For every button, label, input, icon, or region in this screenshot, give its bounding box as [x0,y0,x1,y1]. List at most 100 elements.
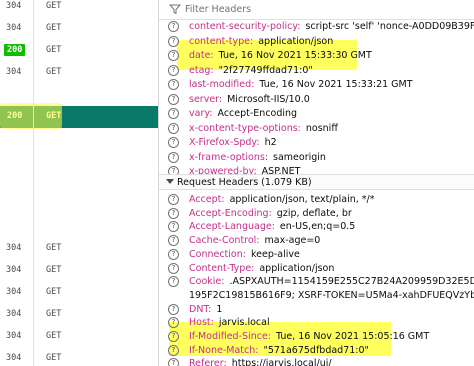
header-name: x-frame-options: [189,151,269,163]
header-value: sameorigin [273,151,326,163]
help-icon[interactable]: ? [168,93,179,105]
chevron-down-icon [166,179,174,184]
request-method: GET [46,265,62,275]
help-icon[interactable]: ? [168,276,179,288]
request-row[interactable]: 304 GET [0,304,158,326]
header-row[interactable]: ? Referer: https://jarvis.local/ui/ [159,356,474,366]
header-name: Content-Type: [189,262,255,274]
column-divider [33,18,34,40]
request-method: GET [46,67,62,77]
header-value: gzip, deflate, br [276,207,352,219]
status-code: 304 [6,309,22,319]
request-method: GET [46,353,62,363]
column-divider [33,0,34,18]
help-icon[interactable]: ? [168,137,179,148]
column-divider [33,150,34,172]
header-value: .ASPXAUTH=1154159E255C27B24A209959D32E5D… [229,276,474,288]
request-row[interactable]: 200 GET [0,40,158,62]
request-row[interactable] [0,128,158,150]
request-row[interactable]: 304 GET [0,260,158,282]
help-icon[interactable]: ? [168,331,179,342]
status-code: 304 [6,23,22,33]
request-row[interactable]: 304 GET [0,18,158,40]
help-icon[interactable]: ? [168,248,179,260]
filter-bar[interactable]: Filter Headers [159,0,474,20]
request-row[interactable]: 304 GET [0,238,158,260]
header-name: vary: [189,108,213,119]
header-value: Tue, 16 Nov 2021 15:33:21 GMT [259,79,413,90]
column-divider [33,62,34,84]
request-row[interactable] [0,150,158,172]
request-row[interactable]: 304 GET [0,282,158,304]
help-icon[interactable]: ? [168,79,179,90]
header-name: Connection: [189,248,246,260]
column-divider [33,216,34,238]
status-code: 304 [6,67,22,77]
help-icon[interactable]: ? [168,64,179,76]
header-value: Tue, 16 Nov 2021 15:05:16 GMT [275,331,430,342]
header-name: If-Modified-Since: [189,331,271,342]
help-icon[interactable]: ? [168,151,179,163]
header-value: application/json [259,262,335,274]
request-row[interactable] [0,172,158,194]
header-name: If-None-Match: [189,344,259,356]
header-name: Accept: [189,194,225,205]
filter-input[interactable]: Filter Headers [185,4,251,15]
help-icon[interactable]: ? [168,50,179,61]
help-icon[interactable]: ? [168,35,179,47]
request-headers-section[interactable]: Request Headers (1.079 KB) [159,174,474,190]
header-name: server: [189,93,223,105]
header-value: application/json [258,35,334,47]
help-icon[interactable]: ? [168,21,179,32]
help-icon[interactable]: ? [168,303,179,315]
column-divider [33,260,34,282]
header-value: script-src 'self' 'nonce-A0DD09B39FA0D3D… [305,21,474,32]
help-icon[interactable]: ? [168,358,179,366]
request-row[interactable] [0,216,158,238]
request-row[interactable]: 304 GET [0,348,158,366]
header-name: last-modified: [189,79,255,90]
column-divider [33,282,34,304]
status-code: 304 [6,331,22,341]
header-value: application/json, text/plain, */* [229,194,375,205]
request-method: GET [46,45,62,55]
header-value: Microsoft-IIS/10.0 [227,93,310,105]
column-divider [33,194,34,216]
help-icon[interactable]: ? [168,108,179,119]
filter-icon [169,4,181,15]
help-icon[interactable]: ? [168,221,179,233]
status-code: 304 [6,287,22,297]
header-name: content-security-policy: [189,21,301,32]
request-method: GET [46,287,62,297]
help-icon[interactable]: ? [168,344,179,356]
header-value: nosniff [305,122,338,134]
header-name: DNT: [189,303,212,315]
selected-row-highlight [0,103,62,129]
column-divider [33,326,34,348]
request-row[interactable]: 304 GET [0,62,158,84]
request-row[interactable]: 304 GET [0,326,158,348]
column-divider [33,238,34,260]
header-value: Tue, 16 Nov 2021 15:33:30 GMT [218,50,372,61]
request-method: GET [46,1,62,11]
section-title: Request Headers (1.079 KB) [177,177,312,188]
help-icon[interactable]: ? [168,262,179,274]
help-icon[interactable]: ? [168,194,179,205]
request-row[interactable]: 304 GET [0,0,158,18]
request-row[interactable] [0,194,158,216]
header-value: "2f27749ffdad71:0" [218,64,313,76]
status-code: 304 [6,265,22,275]
header-value: 1 [216,303,223,315]
header-name: Accept-Encoding: [189,207,272,219]
status-code: 304 [6,353,22,363]
column-divider [33,128,34,150]
help-icon[interactable]: ? [168,207,179,219]
help-icon[interactable]: ? [168,235,179,247]
column-divider [33,40,34,62]
request-method: GET [46,309,62,319]
request-method: GET [46,243,62,253]
help-icon[interactable]: ? [168,317,179,329]
help-icon[interactable]: ? [168,122,179,134]
header-name: etag: [189,64,214,76]
status-code: 304 [6,1,22,11]
